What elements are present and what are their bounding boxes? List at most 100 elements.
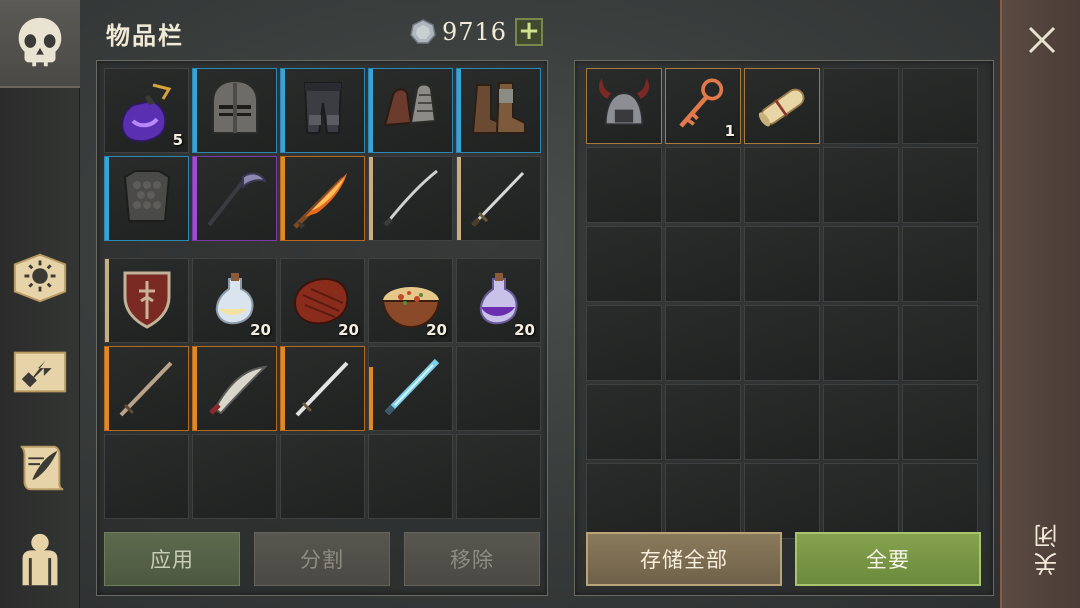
flame-sword-icon — [293, 173, 347, 229]
nav-character-tab[interactable] — [0, 516, 80, 604]
item-slot-soup-bowl[interactable]: 20 — [368, 258, 453, 343]
item-slot-leather-boots[interactable] — [456, 68, 541, 153]
item-quantity: 20 — [250, 321, 271, 339]
scimitar-icon — [209, 365, 268, 415]
empty-slot[interactable] — [192, 434, 277, 519]
item-slot-ice-sword[interactable] — [368, 346, 453, 431]
empty-slot[interactable] — [823, 463, 899, 539]
wooden-sword-icon — [119, 361, 173, 417]
item-slot-red-shield[interactable] — [104, 258, 189, 343]
add-currency-button[interactable]: + — [515, 18, 544, 46]
close-label: 关闭 — [1034, 520, 1062, 576]
storage-slot-ornate-key[interactable]: 1 — [665, 68, 741, 144]
scroll-quill-icon — [20, 445, 64, 491]
empty-slot[interactable] — [823, 147, 899, 223]
item-slot-katana[interactable] — [368, 156, 453, 241]
ice-sword-icon — [384, 358, 440, 416]
split-button[interactable]: 分割 — [254, 532, 390, 586]
empty-slot[interactable] — [902, 68, 978, 144]
item-slot-leather-pants[interactable] — [280, 68, 365, 153]
apply-button[interactable]: 应用 — [104, 532, 240, 586]
rarity-strip — [105, 259, 109, 342]
empty-slot[interactable] — [665, 463, 741, 539]
scale-armor-icon — [123, 170, 171, 222]
item-quantity: 20 — [514, 321, 535, 339]
item-slot-longsword[interactable] — [456, 156, 541, 241]
rarity-strip — [193, 157, 197, 240]
empty-slot[interactable] — [902, 384, 978, 460]
empty-slot[interactable] — [456, 434, 541, 519]
empty-slot[interactable] — [586, 147, 662, 223]
rarity-strip — [193, 347, 197, 430]
empty-slot[interactable] — [902, 147, 978, 223]
equipment-grid: 5 — [104, 68, 541, 241]
item-slot-light-potion[interactable]: 20 — [192, 258, 277, 343]
arrow-map-icon — [13, 351, 67, 393]
nav-quest-tab[interactable] — [0, 424, 80, 512]
red-shield-icon — [123, 271, 171, 329]
rarity-strip — [369, 157, 373, 240]
empty-slot[interactable] — [665, 305, 741, 381]
item-slot-potion-amulet[interactable]: 5 — [104, 68, 189, 153]
empty-slot[interactable] — [280, 434, 365, 519]
rarity-strip — [193, 69, 197, 152]
store-all-button[interactable]: 存储全部 — [586, 532, 782, 586]
empty-slot[interactable] — [586, 463, 662, 539]
scroll-bundle-icon — [758, 88, 805, 127]
leather-pants-icon — [303, 82, 343, 134]
item-slot-purple-potion[interactable]: 20 — [456, 258, 541, 343]
empty-slot[interactable] — [744, 147, 820, 223]
storage-grid: 1 — [586, 68, 978, 539]
steel-sword-icon — [295, 361, 349, 417]
side-nav — [0, 0, 80, 608]
close-icon[interactable] — [1026, 24, 1058, 56]
plate-gauntlets-icon — [383, 83, 437, 127]
item-slot-wooden-sword[interactable] — [104, 346, 189, 431]
storage-slot-scroll-bundle[interactable] — [744, 68, 820, 144]
currency-display: 9716 + — [410, 17, 544, 47]
empty-slot[interactable] — [665, 226, 741, 302]
nav-map-tab[interactable] — [0, 328, 80, 416]
rarity-strip — [457, 157, 461, 240]
empty-slot[interactable] — [902, 463, 978, 539]
close-panel[interactable]: 关闭 — [1000, 0, 1080, 608]
empty-slot[interactable] — [665, 384, 741, 460]
storage-slot-horned-helmet[interactable] — [586, 68, 662, 144]
empty-slot[interactable] — [368, 434, 453, 519]
backpack-grid: 20 20 20 20 — [104, 258, 541, 519]
empty-slot[interactable] — [104, 434, 189, 519]
empty-slot[interactable] — [823, 68, 899, 144]
item-slot-knight-helmet[interactable] — [192, 68, 277, 153]
item-slot-steak[interactable]: 20 — [280, 258, 365, 343]
empty-slot[interactable] — [744, 384, 820, 460]
empty-slot[interactable] — [586, 305, 662, 381]
empty-slot[interactable] — [665, 147, 741, 223]
empty-slot[interactable] — [902, 305, 978, 381]
nav-skull-tab[interactable] — [0, 0, 80, 88]
remove-button[interactable]: 移除 — [404, 532, 540, 586]
empty-slot[interactable] — [744, 463, 820, 539]
character-silhouette-icon — [22, 533, 58, 586]
empty-slot[interactable] — [823, 305, 899, 381]
item-slot-scythe[interactable] — [192, 156, 277, 241]
empty-slot[interactable] — [823, 226, 899, 302]
item-slot-scimitar[interactable] — [192, 346, 277, 431]
item-quantity: 5 — [172, 131, 183, 149]
item-slot-flame-sword[interactable] — [280, 156, 365, 241]
item-slot-plate-gauntlets[interactable] — [368, 68, 453, 153]
empty-slot[interactable] — [902, 226, 978, 302]
nav-sun-book-tab[interactable] — [0, 232, 80, 320]
item-slot-scale-armor[interactable] — [104, 156, 189, 241]
empty-slot[interactable] — [456, 346, 541, 431]
scythe-icon — [207, 172, 267, 227]
rarity-strip — [457, 69, 461, 152]
page-title: 物品栏 — [106, 22, 184, 50]
empty-slot[interactable] — [744, 305, 820, 381]
item-slot-steel-sword[interactable] — [280, 346, 365, 431]
rarity-strip — [281, 69, 285, 152]
empty-slot[interactable] — [586, 384, 662, 460]
take-all-button[interactable]: 全要 — [795, 532, 981, 586]
empty-slot[interactable] — [586, 226, 662, 302]
empty-slot[interactable] — [744, 226, 820, 302]
empty-slot[interactable] — [823, 384, 899, 460]
